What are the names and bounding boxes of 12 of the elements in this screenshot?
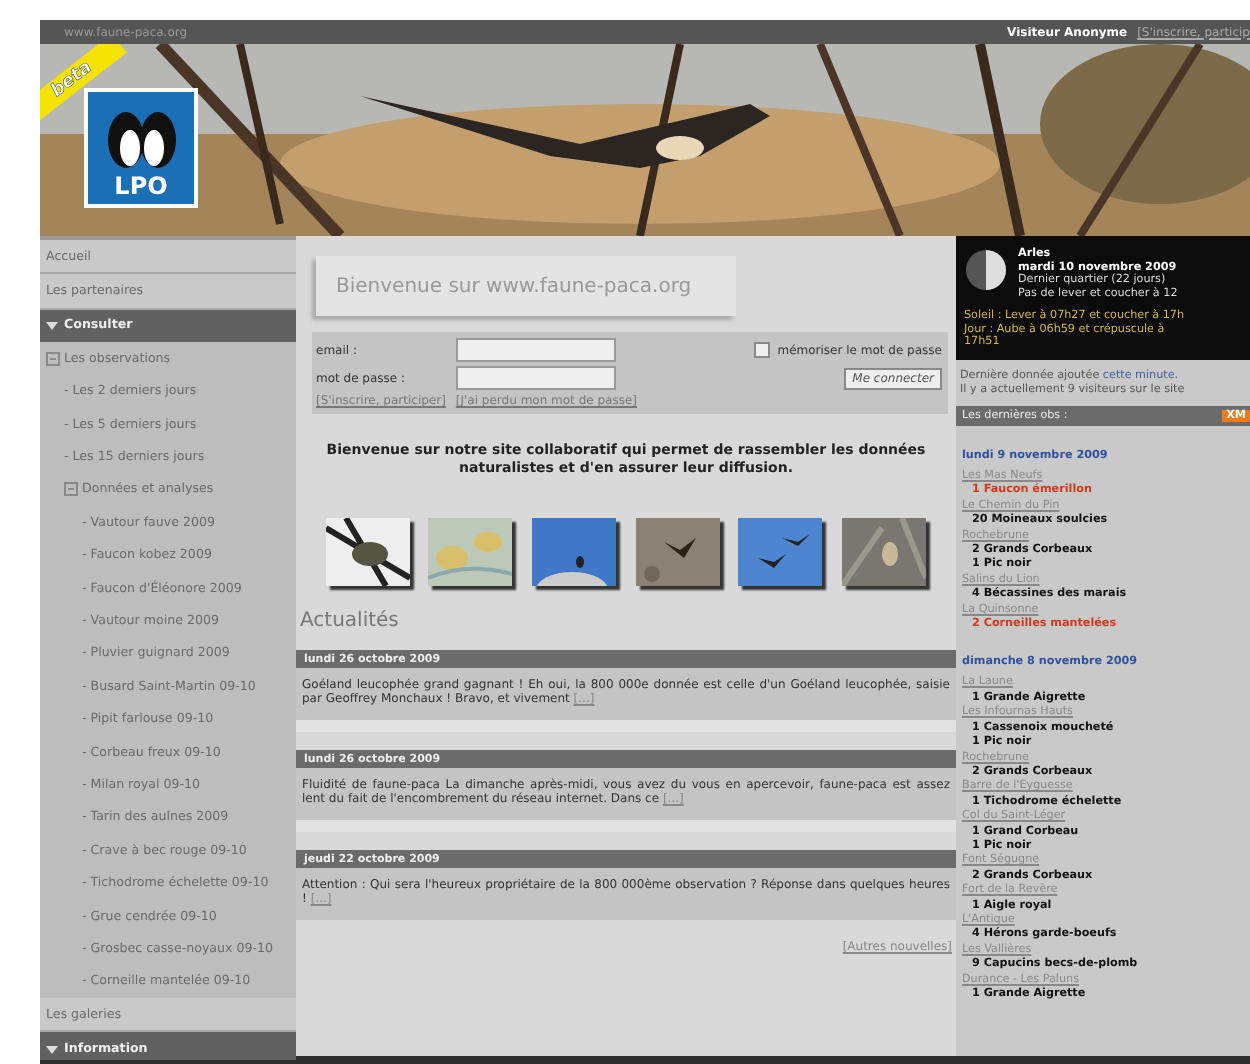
triangle-icon xyxy=(46,1045,58,1054)
section-title: Actualités xyxy=(300,610,401,632)
password-field[interactable] xyxy=(456,366,616,390)
logo-text: LPO xyxy=(114,172,168,200)
collapse-icon[interactable] xyxy=(46,351,60,366)
checkbox[interactable] xyxy=(753,342,770,358)
welcome-heading: Bienvenue sur www.faune-paca.org xyxy=(316,256,736,316)
moon-icon xyxy=(964,248,1008,292)
collapse-icon[interactable] xyxy=(64,482,78,497)
logo[interactable]: LPO xyxy=(84,88,198,208)
email-field[interactable] xyxy=(456,338,616,362)
triangle-icon xyxy=(46,321,58,330)
